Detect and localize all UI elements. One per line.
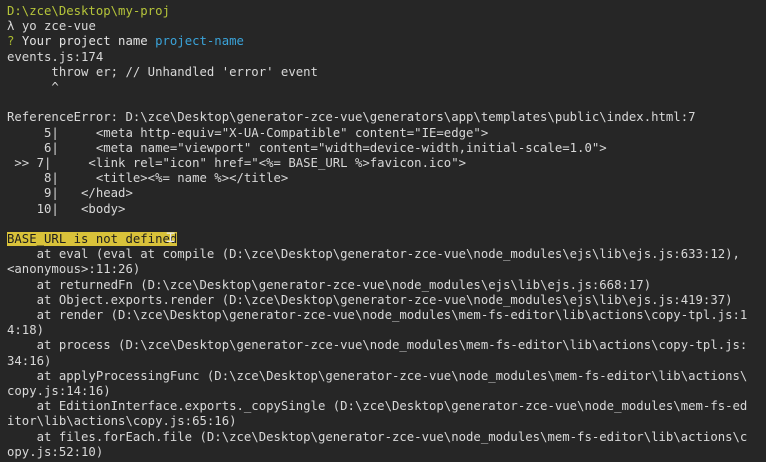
answer-text: project-name [155,34,244,49]
stack-line: at applyProcessingFunc (D:\zce\Desktop\g… [7,368,748,383]
error-message-line: BASE_URL is not defined [7,232,766,247]
stack-line: at process (D:\zce\Desktop\generator-zce… [7,338,748,353]
cwd-path: D:\zce\Desktop\my-proj [7,4,170,18]
prompt-symbol: λ [7,19,15,34]
command-line: λ yo zce-vue [7,19,766,34]
stack-line: 34:16) [7,353,52,368]
output-line: ^ [7,80,59,95]
stack-line: at files.forEach.file (D:\zce\Desktop\ge… [7,429,748,444]
stack-line: opy.js:52:10) [7,444,104,459]
output-line: 6| <meta name="viewport" content="width=… [7,140,607,155]
output-line: 9| </head> [7,186,133,201]
question-text: Your project name [21,34,148,49]
stack-line: at EditionInterface.exports._copySingle … [7,399,748,414]
stack-line: at returnedFn (D:\zce\Desktop\generator-… [7,277,652,292]
output-line: 8| <title><%= name %></title> [7,171,289,186]
output-line: throw er; // Unhandled 'error' event [7,64,318,79]
output-line: 10| <body> [7,201,126,216]
stack-line: at eval (eval at compile (D:\zce\Desktop… [7,247,740,262]
prompt-question-line: ? Your project name project-name [7,34,766,49]
terminal-window[interactable]: D:\zce\Desktop\my-proj λ yo zce-vue ? Yo… [0,0,766,462]
stack-line: at Object.exports.render (D:\zce\Desktop… [7,292,733,307]
stack-line: <anonymous>:11:26) [7,262,141,277]
output-line: ReferenceError: D:\zce\Desktop\generator… [7,110,696,125]
output-line: events.js:174 [7,49,104,64]
text-cursor-icon: ⌶ [166,228,176,246]
stack-line: at render (D:\zce\Desktop\generator-zce-… [7,308,748,323]
stack-line: 4:18) [7,323,45,338]
output-line: >> 7| <link rel="icon" href="<%= BASE_UR… [7,156,467,171]
stack-line: itor\lib\actions\copy.js:65:16) [7,414,237,429]
error-highlight: BASE_URL is not defined [7,232,178,247]
stack-line: copy.js:14:16) [7,384,111,399]
output-line: 5| <meta http-equiv="X-UA-Compatible" co… [7,125,489,140]
question-mark-icon: ? [7,34,15,49]
command-text: yo zce-vue [21,19,96,34]
